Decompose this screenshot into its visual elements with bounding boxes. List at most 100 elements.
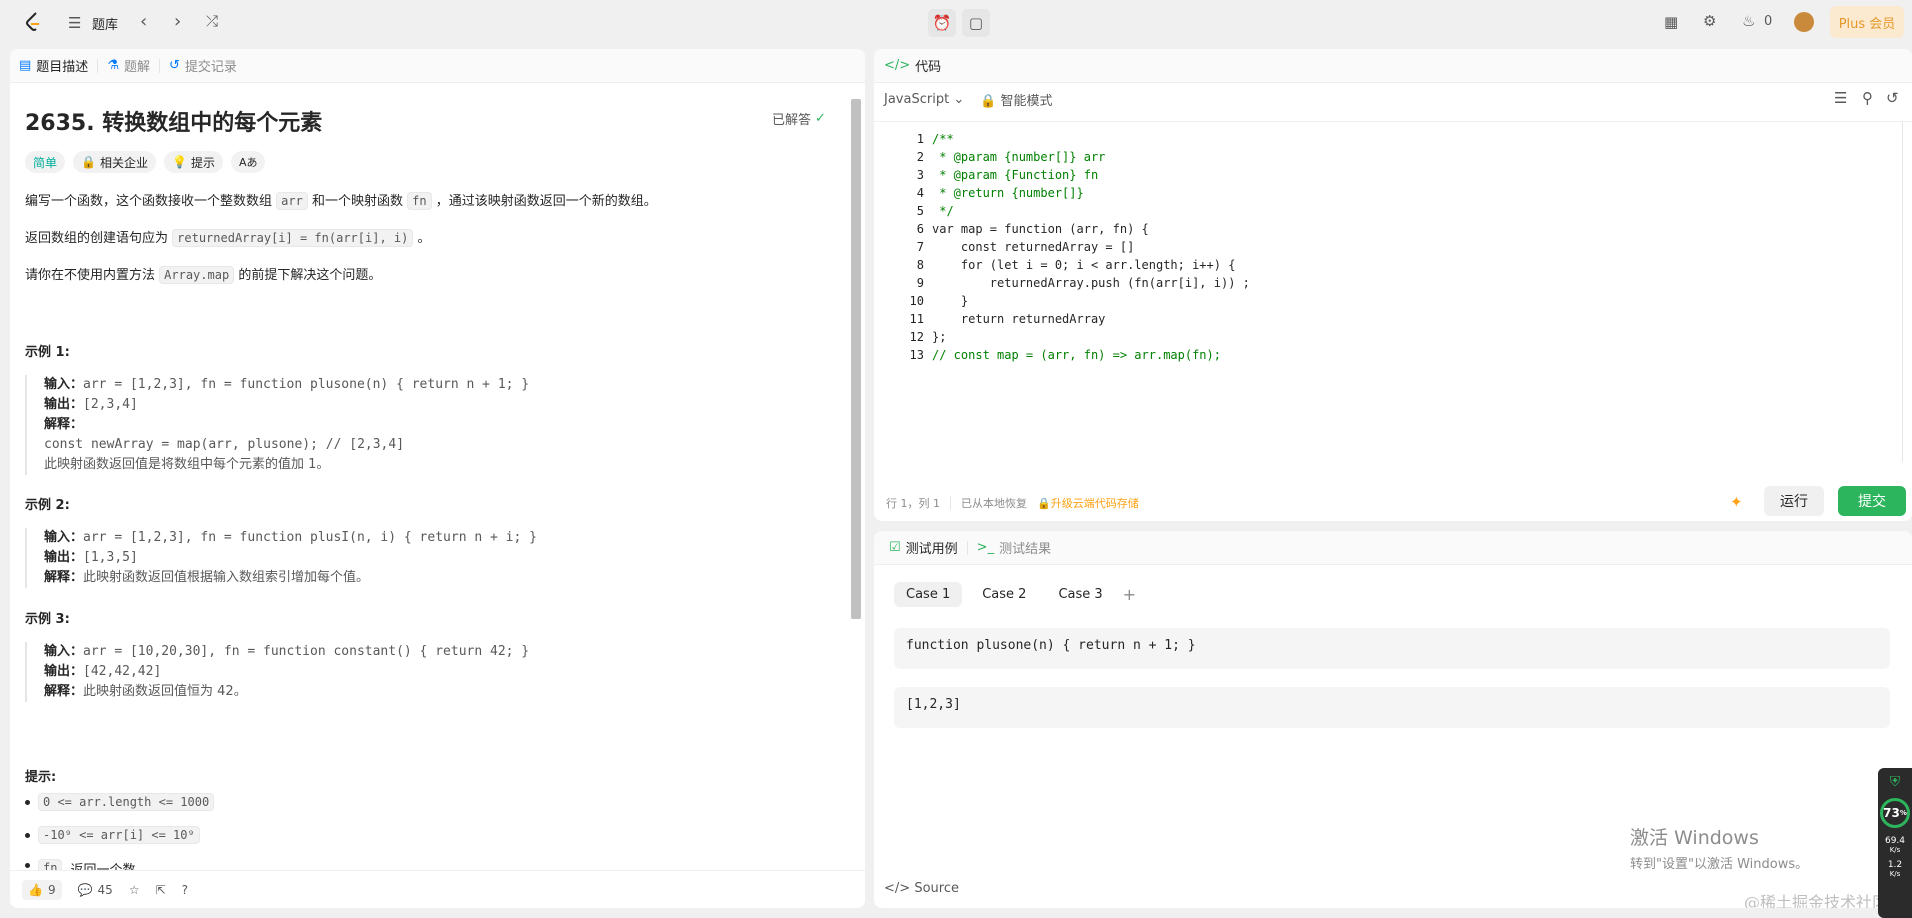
bullet bbox=[25, 799, 30, 805]
comments-button[interactable]: 💬 45 bbox=[78, 883, 113, 897]
add-case-icon[interactable]: + bbox=[1123, 585, 1136, 604]
code-line: return returnedArray bbox=[932, 312, 1106, 326]
line-number: 13 bbox=[909, 348, 924, 362]
description-panel: ▤ 题目描述 ⚗ 题解 ↺ 提交记录 2635. 转换数组中的每个元素 已解答 ✓ 简单… bbox=[10, 49, 865, 908]
leetcode-logo-icon[interactable] bbox=[22, 11, 44, 33]
avatar[interactable] bbox=[1794, 12, 1814, 32]
share-icon[interactable]: ⇱ bbox=[156, 883, 166, 897]
bulb-icon: 💡 bbox=[171, 155, 187, 169]
description-tabs: ▤ 题目描述 ⚗ 题解 ↺ 提交记录 bbox=[10, 49, 865, 83]
help-icon[interactable]: ? bbox=[182, 883, 188, 897]
companies-tag[interactable]: 🔒 相关企业 bbox=[73, 151, 156, 173]
submit-button[interactable]: 提交 bbox=[1838, 486, 1906, 516]
line-number: 12 bbox=[909, 330, 924, 344]
translate-tag[interactable]: Aあ bbox=[230, 151, 266, 173]
lock-icon: 🔒 bbox=[980, 93, 997, 109]
history-icon: ↺ bbox=[168, 58, 180, 73]
code-line: * @param {Function} fn bbox=[932, 168, 1099, 182]
reset-icon[interactable]: ↺ bbox=[1886, 89, 1899, 107]
next-icon[interactable]: › bbox=[174, 11, 181, 32]
bookmark-icon[interactable]: ⚲ bbox=[1862, 89, 1873, 107]
case-tab-3[interactable]: Case 3 bbox=[1046, 582, 1114, 607]
terminal-icon: >_ bbox=[976, 540, 995, 555]
bottom-action-bar: 👍 9 💬 45 ☆ ⇱ ? bbox=[10, 870, 865, 908]
star-icon[interactable]: ☆ bbox=[129, 883, 140, 897]
tab-description[interactable]: ▤ 题目描述 bbox=[10, 56, 97, 75]
hint-tag[interactable]: 💡 提示 bbox=[163, 151, 223, 173]
streak-icon[interactable]: ♨ bbox=[1742, 12, 1755, 30]
prev-icon[interactable]: ‹ bbox=[140, 11, 147, 32]
line-number: 2 bbox=[916, 150, 924, 164]
code-line: } bbox=[932, 294, 969, 308]
code-area[interactable]: 1 2 3 4 5 6 7 8 9 10 11 12 13 /** * @param {number[]… bbox=[874, 121, 1912, 462]
line-number: 1 bbox=[916, 132, 924, 146]
like-button[interactable]: 👍 9 bbox=[22, 879, 62, 900]
format-icon[interactable]: ☰ bbox=[1834, 89, 1847, 107]
problem-list-title[interactable]: 题库 bbox=[92, 14, 118, 33]
code-line: * @return {number[]} bbox=[932, 186, 1084, 200]
testcase-input-1[interactable]: function plusone(n) { return n + 1; } bbox=[894, 628, 1890, 669]
example-2-block: 输入：arr = [1,2,3], fn = function plusI(n,… bbox=[25, 528, 675, 588]
flask-icon: ⚗ bbox=[107, 58, 119, 73]
divider bbox=[950, 496, 951, 510]
editor-toolbar: JavaScript ⌄ 🔒 智能模式 bbox=[874, 83, 1912, 115]
tab-testresults[interactable]: >_ 测试结果 bbox=[968, 538, 1060, 557]
description-line-2: 返回数组的创建语句应为 returnedArray[i] = fn(arr[i]… bbox=[25, 229, 431, 247]
layout-icon[interactable]: ▦ bbox=[1664, 13, 1678, 31]
description-scrollbar[interactable] bbox=[851, 99, 861, 619]
line-number: 11 bbox=[909, 312, 924, 326]
site-credit: @稀土掘金技术社区 bbox=[1744, 893, 1889, 908]
tab-submissions[interactable]: ↺ 提交记录 bbox=[160, 56, 246, 75]
editor-panel: </> 代码 JavaScript ⌄ 🔒 智能模式 ☰ ⚲ ↺ 12345678… bbox=[874, 49, 1912, 521]
run-button[interactable]: 运行 bbox=[1764, 486, 1824, 516]
line-number: 6 bbox=[916, 222, 924, 236]
code-line: const returnedArray = [] bbox=[932, 240, 1135, 254]
editor-header: </> 代码 bbox=[874, 49, 1912, 83]
line-number: 3 bbox=[916, 168, 924, 182]
doc-icon: ▤ bbox=[19, 58, 32, 73]
coin-count: 0 bbox=[1764, 14, 1773, 29]
debug-icon[interactable]: ✦ bbox=[1730, 493, 1743, 511]
timer-icon[interactable]: ⏰ bbox=[928, 9, 956, 37]
system-monitor-widget: ⛨ 73% 69.4 K/s 1.2 K/s bbox=[1878, 768, 1912, 918]
testcase-input-2[interactable]: [1,2,3] bbox=[894, 687, 1890, 728]
shuffle-icon[interactable]: ⤮ bbox=[206, 12, 218, 30]
difficulty-tag[interactable]: 简单 bbox=[25, 151, 66, 173]
tab-solutions[interactable]: ⚗ 题解 bbox=[98, 56, 159, 75]
check-circle-icon: ✓ bbox=[815, 111, 826, 126]
top-bar: ☰ 题库 ‹ › ⤮ ⏰ ▢ ▦ ⚙ ♨ 0 Plus 会员 bbox=[0, 0, 1912, 46]
thumbs-up-icon: 👍 bbox=[28, 882, 43, 897]
case-tab-1[interactable]: Case 1 bbox=[894, 582, 963, 607]
code-icon: </> bbox=[884, 58, 911, 73]
editor-status-bar: 行 1，列 1 已从本地恢复 🔒升级云端代码存储 bbox=[886, 495, 1139, 511]
chevron-down-icon: ⌄ bbox=[953, 91, 965, 107]
hint-item: 0 <= arr.length <= 1000 bbox=[25, 793, 215, 811]
code-line: }; bbox=[932, 330, 947, 344]
code-line: var map = function (arr, fn) { bbox=[932, 222, 1149, 236]
case-tab-2[interactable]: Case 2 bbox=[970, 582, 1038, 607]
code-line: * @param {number[]} arr bbox=[932, 150, 1106, 164]
language-select[interactable]: JavaScript ⌄ bbox=[884, 92, 964, 107]
hints-title: 提示: bbox=[25, 770, 57, 785]
example-2-title: 示例 2: bbox=[25, 498, 70, 513]
tab-testcases[interactable]: ☑ 测试用例 bbox=[880, 538, 967, 557]
line-number: 4 bbox=[916, 186, 924, 200]
smart-mode-toggle[interactable]: 🔒 智能模式 bbox=[980, 90, 1052, 109]
notes-icon[interactable]: ▢ bbox=[962, 9, 990, 37]
editor-scrollbar[interactable] bbox=[1902, 122, 1912, 462]
source-link[interactable]: </> Source bbox=[884, 881, 959, 896]
code-icon: </> bbox=[884, 881, 911, 896]
test-panel: ☑ 测试用例 >_ 测试结果 Case 1 Case 2 Case 3 + func… bbox=[874, 531, 1912, 908]
code-line: // const map = (arr, fn) => arr.map(fn); bbox=[932, 348, 1221, 362]
settings-icon[interactable]: ⚙ bbox=[1703, 12, 1716, 30]
lock-icon: 🔒 bbox=[81, 155, 96, 169]
code-line: /** bbox=[932, 132, 954, 146]
line-number: 5 bbox=[916, 204, 924, 218]
example-1-title: 示例 1: bbox=[25, 345, 70, 360]
example-3-block: 输入：arr = [10,20,30], fn = function const… bbox=[25, 642, 675, 702]
list-icon[interactable]: ☰ bbox=[68, 14, 81, 32]
lock-icon: 🔒 bbox=[1037, 497, 1051, 510]
plus-member-button[interactable]: Plus 会员 bbox=[1830, 6, 1904, 38]
upgrade-storage-link[interactable]: 🔒升级云端代码存储 bbox=[1037, 495, 1139, 511]
bullet bbox=[25, 863, 30, 868]
